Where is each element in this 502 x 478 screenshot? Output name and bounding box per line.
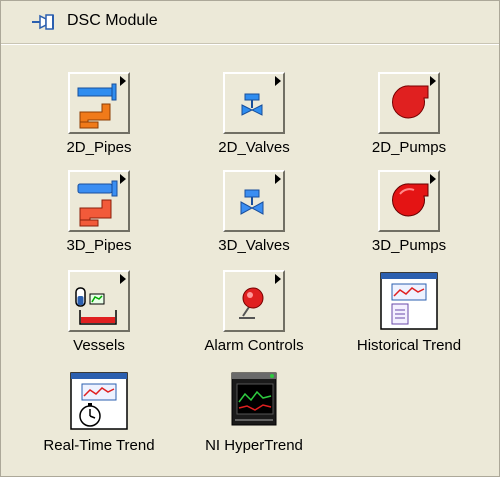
- item-label: 2D_Valves: [218, 139, 290, 156]
- item-label: 3D_Valves: [218, 237, 290, 254]
- vessels-button[interactable]: [68, 270, 130, 332]
- 2d-pumps-button[interactable]: [378, 72, 440, 134]
- palette-item-2d-pipes[interactable]: 2D_Pipes: [39, 72, 159, 160]
- item-label: Real-Time Trend: [43, 437, 155, 454]
- palette-item-real-time-trend[interactable]: Real-Time Trend: [39, 370, 159, 458]
- item-label: Alarm Controls: [204, 337, 304, 354]
- ni-hypertrend-icon: [231, 372, 277, 426]
- palette-item-vessels[interactable]: Vessels: [39, 270, 159, 358]
- 2d-valves-button[interactable]: [223, 72, 285, 134]
- header-divider: [1, 44, 499, 45]
- palette-item-ni-hypertrend[interactable]: NI HyperTrend: [194, 370, 314, 458]
- pin-icon[interactable]: [31, 12, 57, 32]
- 2d-pipes-button[interactable]: [68, 72, 130, 134]
- submenu-arrow-icon: [275, 76, 281, 86]
- historical-trend-icon: [380, 272, 438, 330]
- palette-item-alarm-controls[interactable]: Alarm Controls: [194, 270, 314, 358]
- 3d-pipes-button[interactable]: [68, 170, 130, 232]
- alarm-controls-button[interactable]: [223, 270, 285, 332]
- submenu-arrow-icon: [430, 174, 436, 184]
- item-label: 3D_Pipes: [66, 237, 132, 254]
- palette-item-3d-valves[interactable]: 3D_Valves: [194, 170, 314, 258]
- palette-item-3d-pumps[interactable]: 3D_Pumps: [349, 170, 469, 258]
- submenu-arrow-icon: [120, 174, 126, 184]
- dsc-module-palette: DSC Module 2D_Pipes 2D_Valves 2D_Pumps 3…: [0, 0, 500, 477]
- palette-item-historical-trend[interactable]: Historical Trend: [349, 270, 469, 358]
- palette-title: DSC Module: [67, 12, 158, 29]
- historical-trend-button[interactable]: [378, 270, 440, 332]
- submenu-arrow-icon: [430, 76, 436, 86]
- submenu-arrow-icon: [120, 274, 126, 284]
- real-time-trend-button[interactable]: [68, 370, 130, 432]
- item-label: 3D_Pumps: [371, 237, 447, 254]
- submenu-arrow-icon: [275, 174, 281, 184]
- item-label: Historical Trend: [356, 337, 462, 354]
- palette-item-2d-valves[interactable]: 2D_Valves: [194, 72, 314, 160]
- item-label: 2D_Pipes: [66, 139, 132, 156]
- submenu-arrow-icon: [120, 76, 126, 86]
- submenu-arrow-icon: [275, 274, 281, 284]
- item-label: Vessels: [73, 337, 125, 354]
- 3d-valves-button[interactable]: [223, 170, 285, 232]
- item-label: 2D_Pumps: [371, 139, 447, 156]
- palette-item-2d-pumps[interactable]: 2D_Pumps: [349, 72, 469, 160]
- item-label: NI HyperTrend: [205, 437, 303, 454]
- palette-item-3d-pipes[interactable]: 3D_Pipes: [39, 170, 159, 258]
- real-time-trend-icon: [70, 372, 128, 430]
- ni-hypertrend-button[interactable]: [223, 370, 285, 432]
- 3d-pumps-button[interactable]: [378, 170, 440, 232]
- palette-header[interactable]: DSC Module: [1, 1, 499, 44]
